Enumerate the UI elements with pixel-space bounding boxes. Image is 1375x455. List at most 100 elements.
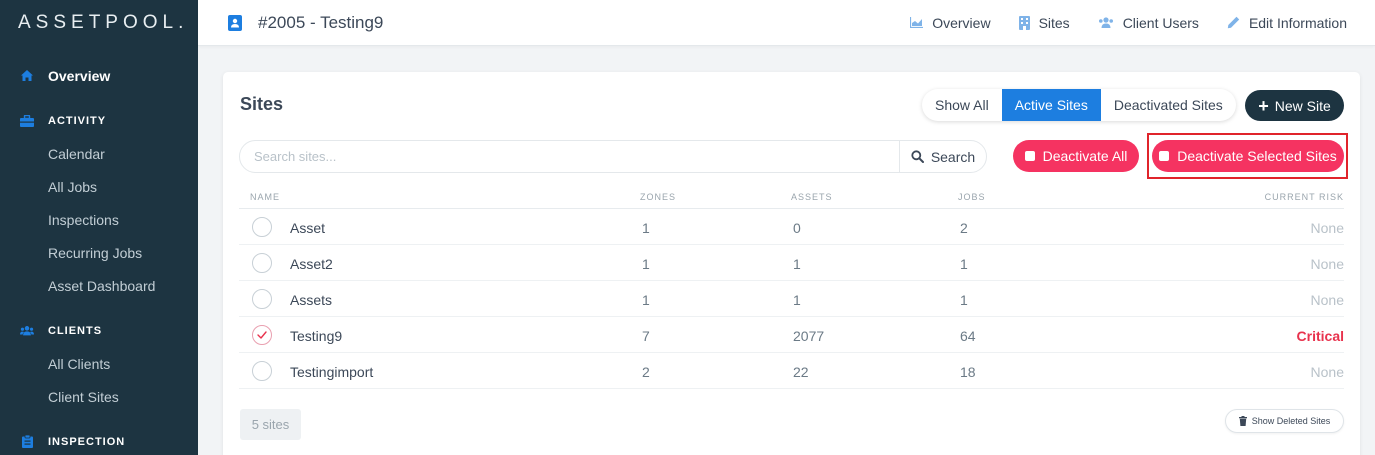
filter-deactivated-sites[interactable]: Deactivated Sites: [1101, 89, 1236, 121]
contact-book-icon: [228, 14, 242, 31]
site-name[interactable]: Testing9: [290, 328, 342, 344]
nav-label: Client Users: [1122, 14, 1199, 31]
site-assets: 2077: [793, 328, 825, 344]
users-icon: [20, 324, 34, 338]
site-risk: None: [1310, 220, 1344, 236]
row-select-radio[interactable]: [252, 253, 272, 273]
row-select-radio[interactable]: [252, 289, 272, 309]
home-icon: [20, 69, 34, 83]
table-row[interactable]: Testingimport 2 22 18 None: [239, 353, 1344, 389]
site-assets: 0: [793, 220, 801, 236]
sidebar-section-inspection: INSPECTION: [0, 425, 198, 455]
deactivate-all-button[interactable]: Deactivate All: [1013, 140, 1139, 172]
sidebar-item-label: All Clients: [48, 355, 111, 372]
new-site-button[interactable]: + New Site: [1245, 90, 1344, 121]
sidebar-section-clients: CLIENTS: [0, 314, 198, 347]
site-name[interactable]: Assets: [290, 292, 332, 308]
site-risk: None: [1310, 292, 1344, 308]
sidebar-item-asset-dashboard[interactable]: Asset Dashboard: [0, 269, 198, 302]
sites-card: Sites Show All Active Sites Deactivated …: [223, 72, 1360, 455]
new-site-label: New Site: [1274, 97, 1331, 114]
site-jobs: 1: [960, 292, 968, 308]
site-zones: 1: [642, 256, 650, 272]
row-select-radio[interactable]: [252, 325, 272, 345]
site-filter-toggle: Show All Active Sites Deactivated Sites: [922, 89, 1236, 121]
nav-label: Overview: [932, 14, 991, 31]
site-assets: 1: [793, 256, 801, 272]
nav-overview[interactable]: Overview: [910, 14, 991, 31]
table-header: NAME ZONES ASSETS JOBS CURRENT RISK: [239, 182, 1344, 209]
column-header-name[interactable]: NAME: [250, 192, 280, 202]
sidebar-section-activity: ACTIVITY: [0, 104, 198, 137]
page-title-text: #2005 - Testing9: [258, 12, 384, 32]
column-header-zones[interactable]: ZONES: [640, 192, 676, 202]
site-name[interactable]: Asset: [290, 220, 325, 236]
table-row[interactable]: Testing9 7 2077 64 Critical: [239, 317, 1344, 353]
sidebar-item-label: All Jobs: [48, 178, 98, 195]
site-zones: 1: [642, 292, 650, 308]
users-icon: [1098, 17, 1114, 28]
row-select-radio[interactable]: [252, 361, 272, 381]
search-button[interactable]: Search: [899, 141, 986, 172]
site-zones: 7: [642, 328, 650, 344]
show-deleted-label: Show Deleted Sites: [1251, 416, 1331, 426]
search-icon: [911, 150, 924, 163]
site-name[interactable]: Asset2: [290, 256, 333, 272]
sidebar-item-all-clients[interactable]: All Clients: [0, 347, 198, 380]
nav-client-users[interactable]: Client Users: [1098, 15, 1199, 31]
page-title: #2005 - Testing9: [228, 13, 383, 33]
site-zones: 1: [642, 220, 650, 236]
site-name[interactable]: Testingimport: [290, 364, 373, 380]
sidebar-item-label: Inspections: [48, 211, 119, 228]
square-icon: [1024, 151, 1035, 161]
sidebar-item-label: Asset Dashboard: [48, 277, 156, 294]
nav-label: Edit Information: [1248, 14, 1347, 31]
trash-icon: [1238, 416, 1247, 426]
site-assets: 1: [793, 292, 801, 308]
site-risk: None: [1310, 364, 1344, 380]
sidebar-section-title: ACTIVITY: [48, 114, 107, 127]
deactivate-selected-sites-button[interactable]: Deactivate Selected Sites: [1152, 140, 1344, 172]
search-input[interactable]: [240, 141, 899, 172]
check-icon: [257, 331, 267, 339]
site-jobs: 64: [960, 328, 976, 344]
chart-icon: [910, 17, 924, 28]
site-assets: 22: [793, 364, 809, 380]
site-jobs: 1: [960, 256, 968, 272]
column-header-assets[interactable]: ASSETS: [791, 192, 833, 202]
site-jobs: 2: [960, 220, 968, 236]
briefcase-icon: [20, 114, 34, 128]
pencil-icon: [1227, 16, 1240, 29]
sidebar-item-inspections[interactable]: Inspections: [0, 203, 198, 236]
sidebar-item-client-sites[interactable]: Client Sites: [0, 380, 198, 413]
sidebar-item-calendar[interactable]: Calendar: [0, 137, 198, 170]
column-header-current-risk[interactable]: CURRENT RISK: [1265, 192, 1344, 202]
sidebar-section-title: CLIENTS: [48, 324, 103, 337]
top-nav: Overview Sites Client Users Edit Informa…: [882, 15, 1347, 31]
clipboard-icon: [20, 435, 34, 449]
site-zones: 2: [642, 364, 650, 380]
sidebar-item-label: Calendar: [48, 145, 105, 162]
filter-show-all[interactable]: Show All: [922, 89, 1002, 121]
card-title: Sites: [240, 94, 284, 114]
sidebar-item-recurring-jobs[interactable]: Recurring Jobs: [0, 236, 198, 269]
show-deleted-sites-button[interactable]: Show Deleted Sites: [1225, 409, 1344, 433]
sidebar-item-overview[interactable]: Overview: [0, 59, 198, 92]
search-bar: Search: [239, 140, 987, 173]
column-header-jobs[interactable]: JOBS: [958, 192, 986, 202]
table-row[interactable]: Asset2 1 1 1 None: [239, 245, 1344, 281]
search-button-label: Search: [930, 148, 976, 165]
table-row[interactable]: Asset 1 0 2 None: [239, 209, 1344, 245]
plus-icon: +: [1258, 95, 1269, 116]
filter-active-sites[interactable]: Active Sites: [1001, 89, 1101, 121]
sidebar-item-label: Recurring Jobs: [48, 244, 143, 261]
table-row[interactable]: Assets 1 1 1 None: [239, 281, 1344, 317]
app-logo[interactable]: ASSETPOOL.: [0, 0, 198, 46]
sidebar-item-all-jobs[interactable]: All Jobs: [0, 170, 198, 203]
nav-sites[interactable]: Sites: [1018, 15, 1070, 31]
deactivate-all-label: Deactivate All: [1042, 148, 1128, 164]
deactivate-selected-label: Deactivate Selected Sites: [1177, 148, 1337, 164]
nav-edit-information[interactable]: Edit Information: [1227, 15, 1347, 31]
row-select-radio[interactable]: [252, 217, 272, 237]
sidebar-item-label: Overview: [48, 67, 111, 84]
